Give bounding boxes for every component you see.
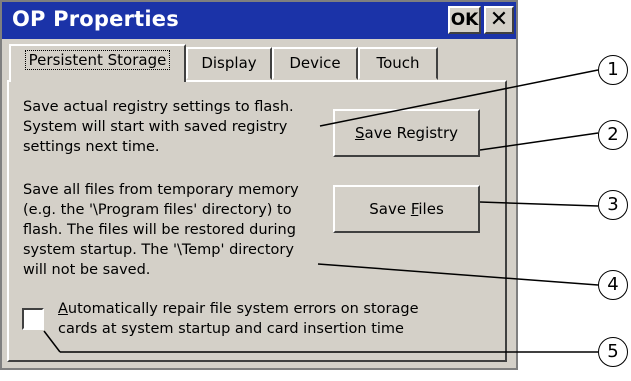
callout-4: 4 <box>598 270 628 300</box>
tab-label: Persistent Storage <box>24 50 171 70</box>
callout-4-line <box>317 263 599 286</box>
callout-1: 1 <box>598 55 628 85</box>
callout-3-line <box>479 201 599 207</box>
callout-2-line <box>479 132 599 151</box>
callout-3: 3 <box>598 190 628 220</box>
callout-2: 2 <box>598 120 628 150</box>
tab-persistent-storage[interactable]: Persistent Storage <box>9 44 186 82</box>
callout-5: 5 <box>598 337 628 367</box>
callout-1-line <box>319 69 599 127</box>
callout-5-line <box>43 330 61 353</box>
